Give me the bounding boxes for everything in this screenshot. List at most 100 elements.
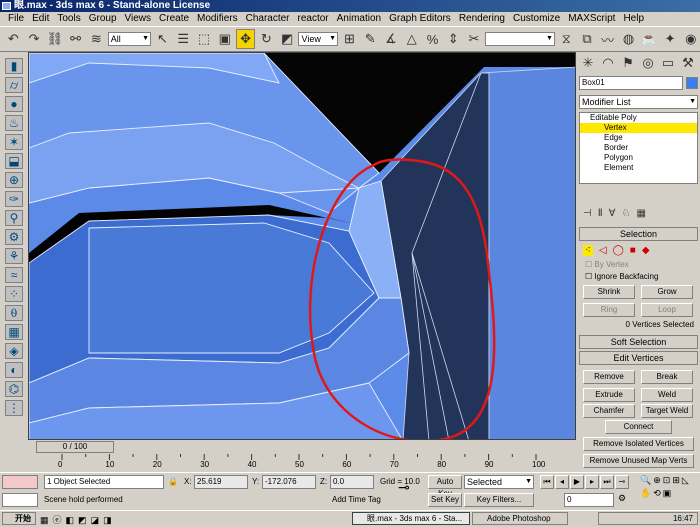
goto-end-icon[interactable]: ⏭	[600, 475, 614, 489]
render-icon[interactable]: ◐	[5, 362, 23, 378]
menu-file[interactable]: File	[4, 12, 28, 26]
track-bar[interactable]: 0 10 20 30 40 50 60 70 80 90 100	[28, 454, 576, 472]
soft-selection-rollout-header[interactable]: Soft Selection	[579, 335, 698, 349]
stack-root[interactable]: Editable Poly	[580, 113, 697, 123]
stack-item-edge[interactable]: Edge	[580, 133, 697, 143]
reference-coord-dropdown[interactable]: View	[298, 32, 339, 46]
y-coordinate-field[interactable]: -172.076	[262, 475, 316, 489]
configure-sets-icon[interactable]: ▦	[636, 208, 645, 219]
menu-maxscript[interactable]: MAXScript	[564, 12, 619, 26]
hair-icon[interactable]: ⍬	[5, 305, 23, 321]
menu-edit[interactable]: Edit	[28, 12, 53, 26]
box-icon[interactable]: ▮	[5, 58, 23, 74]
polygon-mode-icon[interactable]: ■	[630, 245, 636, 256]
curve-editor-icon[interactable]: 〰	[598, 29, 617, 49]
menu-animation[interactable]: Animation	[333, 12, 385, 26]
object-color-swatch[interactable]	[686, 77, 698, 89]
menu-modifiers[interactable]: Modifiers	[193, 12, 242, 26]
prev-frame-icon[interactable]: ◂	[555, 475, 569, 489]
align-icon[interactable]: ⧉	[578, 29, 597, 49]
add-time-tag-button[interactable]: Add Time Tag	[332, 493, 381, 507]
rotate-icon[interactable]: ↻	[257, 29, 276, 49]
camera-icon[interactable]: ⬓	[5, 153, 23, 169]
menu-views[interactable]: Views	[121, 12, 156, 26]
bone-icon[interactable]: ✶	[5, 134, 23, 150]
undo-icon[interactable]: ↶	[4, 29, 23, 49]
selection-rollout-header[interactable]: Selection	[579, 227, 698, 241]
time-config-icon[interactable]: ⚙	[618, 493, 626, 504]
system-icon[interactable]: ⚙	[5, 229, 23, 245]
zoom-icon[interactable]: 🔍	[640, 475, 651, 486]
bind-space-warp-icon[interactable]: ≋	[87, 29, 106, 49]
object-name-field[interactable]: Box01	[579, 76, 683, 90]
start-button[interactable]: 开始	[2, 512, 36, 525]
spacewarp-icon[interactable]: ⚲	[5, 210, 23, 226]
perspective-viewport[interactable]	[28, 52, 576, 440]
quick-render-icon[interactable]: ✦	[661, 29, 680, 49]
stack-item-element[interactable]: Element	[580, 163, 697, 173]
named-sel-icon[interactable]: ✂	[465, 29, 484, 49]
z-coordinate-field[interactable]: 0.0	[330, 475, 374, 489]
rect-selection-icon[interactable]: ⬚	[195, 29, 214, 49]
particle-icon[interactable]: ⁘	[5, 286, 23, 302]
render-scene-icon[interactable]: ☕	[640, 29, 659, 49]
menu-create[interactable]: Create	[155, 12, 193, 26]
shape-icon[interactable]: ✑	[5, 191, 23, 207]
wave-icon[interactable]: ≈	[5, 267, 23, 283]
set-key-button[interactable]: Set Key	[428, 493, 462, 507]
remove-button[interactable]: Remove	[583, 370, 635, 384]
connect-button[interactable]: Connect	[605, 420, 672, 434]
play-icon[interactable]: ▶	[570, 475, 584, 489]
remove-isolated-button[interactable]: Remove Isolated Vertices	[583, 437, 694, 451]
selection-filter-dropdown[interactable]: All	[107, 32, 152, 46]
key-mode-toggle-icon[interactable]: ⊸	[615, 475, 629, 489]
spinner-snap-icon[interactable]: ⇕	[444, 29, 463, 49]
target-weld-button[interactable]: Target Weld	[641, 404, 693, 418]
zoom-extents-icon[interactable]: ⊡	[663, 475, 671, 486]
current-frame-field[interactable]: 0	[564, 493, 614, 507]
modifier-list-dropdown[interactable]: Modifier List	[579, 95, 698, 109]
lock-selection-icon[interactable]: 🔒	[168, 477, 178, 486]
by-vertex-checkbox[interactable]: ☐ By Vertex	[577, 258, 700, 271]
menu-reactor[interactable]: reactor	[294, 12, 333, 26]
display-tab-icon[interactable]: ▭	[659, 55, 677, 71]
move-icon[interactable]: ✥	[236, 29, 255, 49]
edit-vertices-rollout-header[interactable]: Edit Vertices	[579, 351, 698, 365]
show-end-result-icon[interactable]: Ⅱ	[598, 208, 603, 219]
stack-item-polygon[interactable]: Polygon	[580, 153, 697, 163]
light-icon[interactable]: ♨	[5, 115, 23, 131]
auto-key-button[interactable]: Auto Key	[428, 475, 462, 498]
angle-snap-icon[interactable]: △	[402, 29, 421, 49]
dynamics-icon[interactable]: ◈	[5, 343, 23, 359]
unlink-icon[interactable]: ⚯	[66, 29, 85, 49]
key-mode-dropdown[interactable]: Selected	[464, 475, 534, 489]
cylinder-icon[interactable]: ⌭	[5, 77, 23, 93]
ignore-backfacing-checkbox[interactable]: ☐ Ignore Backfacing	[577, 271, 700, 282]
x-coordinate-field[interactable]: 25.619	[194, 475, 248, 489]
reactor-icon[interactable]: ⌬	[5, 381, 23, 397]
more-icon[interactable]: ⋮	[5, 400, 23, 416]
maxscript-listener[interactable]	[2, 475, 38, 489]
menu-graph-editors[interactable]: Graph Editors	[385, 12, 455, 26]
fov-icon[interactable]: ◺	[682, 475, 689, 486]
arc-rotate-icon[interactable]: ⟲	[653, 488, 661, 499]
next-frame-icon[interactable]: ▸	[585, 475, 599, 489]
menu-tools[interactable]: Tools	[53, 12, 84, 26]
maximize-viewport-icon[interactable]: ▣	[663, 488, 672, 499]
select-object-icon[interactable]: ↖	[153, 29, 172, 49]
goto-start-icon[interactable]: ⏮	[540, 475, 554, 489]
helper-icon[interactable]: ⊕	[5, 172, 23, 188]
remove-modifier-icon[interactable]: ♘	[621, 208, 630, 219]
modify-tab-icon[interactable]: ◠	[599, 55, 617, 71]
loop-button[interactable]: Loop	[641, 303, 693, 317]
percent-snap-icon[interactable]: %	[423, 29, 442, 49]
material-editor-icon[interactable]: ◍	[619, 29, 638, 49]
task-3dsmax[interactable]: 眼.max - 3ds max 6 - Sta...	[352, 512, 470, 525]
zoom-all-icon[interactable]: ⊕	[653, 475, 661, 486]
stack-item-border[interactable]: Border	[580, 143, 697, 153]
weld-button[interactable]: Weld	[641, 388, 693, 402]
border-mode-icon[interactable]: ◯	[613, 245, 624, 256]
maxscript-mini-listener[interactable]	[2, 493, 38, 507]
extrude-button[interactable]: Extrude	[583, 388, 635, 402]
create-tab-icon[interactable]: ✳	[579, 55, 597, 71]
